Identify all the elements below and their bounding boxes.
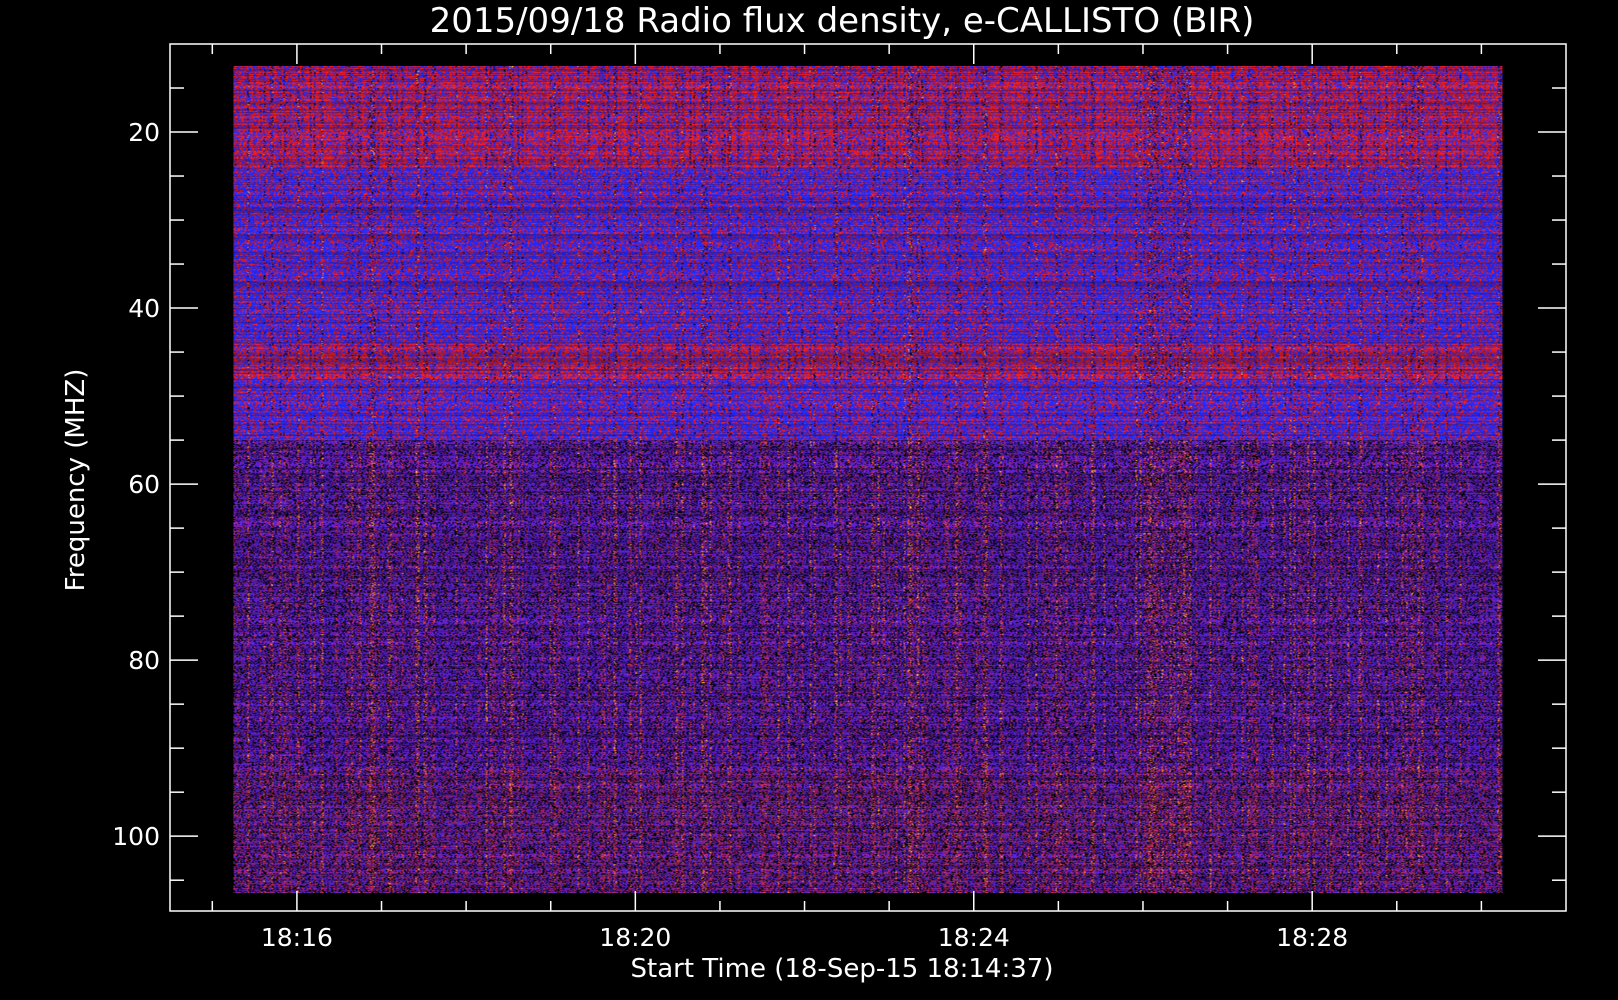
y-tick-label: 80 — [128, 646, 160, 675]
y-tick-label: 60 — [128, 470, 160, 499]
y-tick-label: 40 — [128, 294, 160, 323]
y-axis-label: Frequency (MHZ) — [61, 369, 91, 592]
x-tick-label: 18:28 — [1276, 923, 1348, 952]
heatmap — [233, 66, 1503, 894]
y-tick-label: 100 — [112, 822, 160, 851]
spectrogram-figure: 2015/09/18 Radio flux density, e-CALLIST… — [0, 0, 1618, 1000]
x-tick-label: 18:20 — [599, 923, 671, 952]
x-tick-label: 18:24 — [938, 923, 1010, 952]
y-tick-label: 20 — [128, 118, 160, 147]
chart-title: 2015/09/18 Radio flux density, e-CALLIST… — [430, 1, 1255, 41]
spectrogram-image — [233, 66, 1503, 894]
x-tick-label: 18:16 — [261, 923, 333, 952]
x-axis-label: Start Time (18-Sep-15 18:14:37) — [631, 954, 1054, 984]
